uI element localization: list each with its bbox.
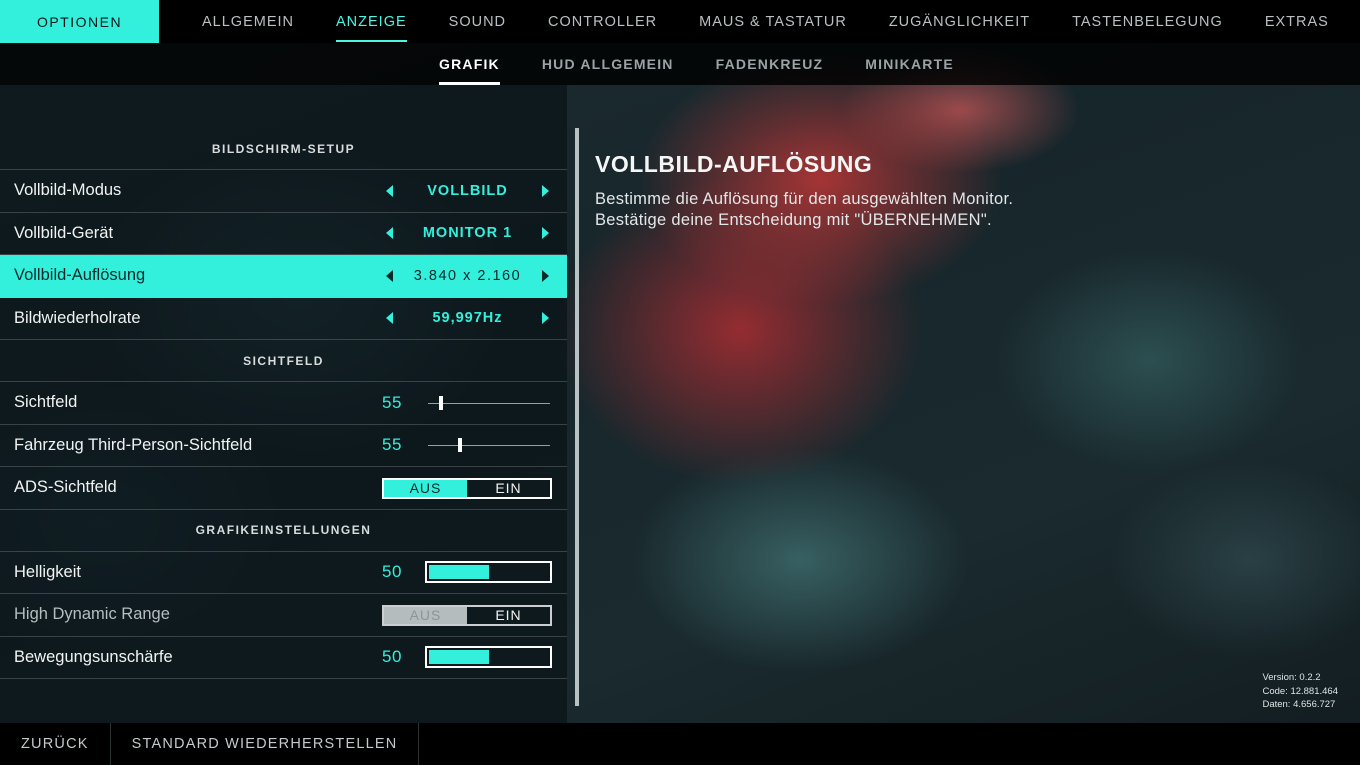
subtab-fadenkreuz[interactable]: FADENKREUZ <box>695 43 845 85</box>
daten-text: Daten: 4.656.727 <box>1262 699 1336 710</box>
bar-fill <box>429 565 489 580</box>
setting-label: Sichtfeld <box>14 393 78 412</box>
section-header-sichtfeld: SICHTFELD <box>0 340 567 382</box>
subtab-grafik[interactable]: GRAFIK <box>418 43 521 85</box>
tab-sound[interactable]: SOUND <box>428 0 527 43</box>
setting-value: 55 <box>382 392 402 412</box>
arrow-right-icon[interactable] <box>542 227 549 240</box>
code-text: Code: 12.881.464 <box>1262 685 1338 697</box>
back-button[interactable]: ZURÜCK <box>0 723 111 765</box>
version-text: Version: 0.2.2 <box>1262 672 1321 683</box>
setting-label: Vollbild-Modus <box>14 181 122 200</box>
setting-value: 55 <box>382 435 402 455</box>
slider-knob[interactable] <box>439 395 444 410</box>
hdr-toggle[interactable]: AUS EIN <box>382 604 552 626</box>
selector-value: VOLLBILD <box>427 182 508 199</box>
setting-label: Vollbild-Auflösung <box>14 266 146 285</box>
fahrzeug-sichtfeld-slider[interactable] <box>428 438 550 453</box>
setting-label: Bildwiederholrate <box>14 308 141 327</box>
bewegungsunschaerfe-bar[interactable] <box>425 646 552 669</box>
subtab-minikarte[interactable]: MINIKARTE <box>844 43 975 85</box>
ads-sichtfeld-toggle[interactable]: AUS EIN <box>382 477 552 499</box>
setting-vollbild-modus[interactable]: Vollbild-Modus VOLLBILD <box>0 170 567 213</box>
setting-helligkeit[interactable]: Helligkeit 50 <box>0 552 567 594</box>
subtab-hud-allgemein[interactable]: HUD ALLGEMEIN <box>521 43 695 85</box>
arrow-right-icon[interactable] <box>542 184 549 197</box>
tab-anzeige[interactable]: ANZEIGE <box>315 0 428 43</box>
info-title: VOLLBILD-AUFLÖSUNG <box>595 151 873 177</box>
setting-label: Vollbild-Gerät <box>14 223 114 242</box>
toggle-option-ein[interactable]: EIN <box>467 480 550 497</box>
setting-sichtfeld[interactable]: Sichtfeld 55 <box>0 382 567 425</box>
bottom-bar: ZURÜCK STANDARD WIEDERHERSTELLEN <box>0 723 1360 765</box>
arrow-right-icon[interactable] <box>542 269 549 282</box>
setting-label: Helligkeit <box>14 562 81 581</box>
toggle-option-aus[interactable]: AUS <box>384 606 467 624</box>
sichtfeld-slider[interactable] <box>428 395 550 410</box>
setting-fahrzeug-sichtfeld[interactable]: Fahrzeug Third-Person-Sichtfeld 55 <box>0 425 567 467</box>
setting-label: Fahrzeug Third-Person-Sichtfeld <box>14 435 253 454</box>
info-line-1: Bestimme die Auflösung für den ausgewähl… <box>595 190 1014 208</box>
helligkeit-bar[interactable] <box>425 561 552 584</box>
setting-bildwiederholrate[interactable]: Bildwiederholrate 59,997Hz <box>0 298 567 340</box>
selector-value: 3.840 x 2.160 <box>413 267 522 284</box>
settings-scrollbar[interactable] <box>575 128 579 706</box>
sub-nav-tabs: GRAFIK HUD ALLGEMEIN FADENKREUZ MINIKART… <box>418 43 975 85</box>
setting-value: 50 <box>382 562 402 582</box>
section-header-grafikeinstellungen: GRAFIKEINSTELLUNGEN <box>0 510 567 552</box>
bar-fill <box>429 650 489 665</box>
toggle-option-aus[interactable]: AUS <box>384 479 467 497</box>
arrow-left-icon[interactable] <box>386 184 393 197</box>
setting-label: Bewegungsunschärfe <box>14 647 173 666</box>
top-nav-tabs: ALLGEMEIN ANZEIGE SOUND CONTROLLER MAUS … <box>181 0 1350 43</box>
tab-maus-tastatur[interactable]: MAUS & TASTATUR <box>678 0 868 43</box>
arrow-right-icon[interactable] <box>542 312 549 325</box>
version-info: Version: 0.2.2 Code: 12.881.464 Daten: 4… <box>1262 671 1338 712</box>
tab-tastenbelegung[interactable]: TASTENBELEGUNG <box>1051 0 1244 43</box>
setting-vollbild-geraet[interactable]: Vollbild-Gerät MONITOR 1 <box>0 213 567 255</box>
tab-allgemein[interactable]: ALLGEMEIN <box>181 0 315 43</box>
setting-label: ADS-Sichtfeld <box>14 478 117 497</box>
setting-bewegungsunschaerfe[interactable]: Bewegungsunschärfe 50 <box>0 637 567 679</box>
toggle-option-ein[interactable]: EIN <box>467 607 550 624</box>
setting-ads-sichtfeld[interactable]: ADS-Sichtfeld AUS EIN <box>0 467 567 510</box>
top-nav-bar: OPTIONEN ALLGEMEIN ANZEIGE SOUND CONTROL… <box>0 0 1360 43</box>
tab-zugaenglichkeit[interactable]: ZUGÄNGLICHKEIT <box>868 0 1051 43</box>
tab-controller[interactable]: CONTROLLER <box>527 0 678 43</box>
arrow-left-icon[interactable] <box>386 269 393 282</box>
arrow-left-icon[interactable] <box>386 227 393 240</box>
section-header-bildschirm-setup: BILDSCHIRM-SETUP <box>0 128 567 170</box>
setting-hdr[interactable]: High Dynamic Range AUS EIN <box>0 594 567 637</box>
arrow-left-icon[interactable] <box>386 312 393 325</box>
restore-defaults-button[interactable]: STANDARD WIEDERHERSTELLEN <box>111 723 420 765</box>
tab-extras[interactable]: EXTRAS <box>1244 0 1350 43</box>
optionen-title: OPTIONEN <box>0 0 159 43</box>
info-description: Bestimme die Auflösung für den ausgewähl… <box>595 189 1115 231</box>
setting-vollbild-aufloesung[interactable]: Vollbild-Auflösung 3.840 x 2.160 <box>0 255 567 298</box>
setting-label: High Dynamic Range <box>14 605 170 624</box>
slider-knob[interactable] <box>457 438 462 453</box>
settings-list: BILDSCHIRM-SETUP Vollbild-Modus VOLLBILD… <box>0 128 567 679</box>
setting-value: 50 <box>382 647 402 667</box>
info-line-2: Bestätige deine Entscheidung mit "ÜBERNE… <box>595 211 992 229</box>
selector-value: 59,997Hz <box>432 310 503 327</box>
selector-value: MONITOR 1 <box>422 225 513 242</box>
